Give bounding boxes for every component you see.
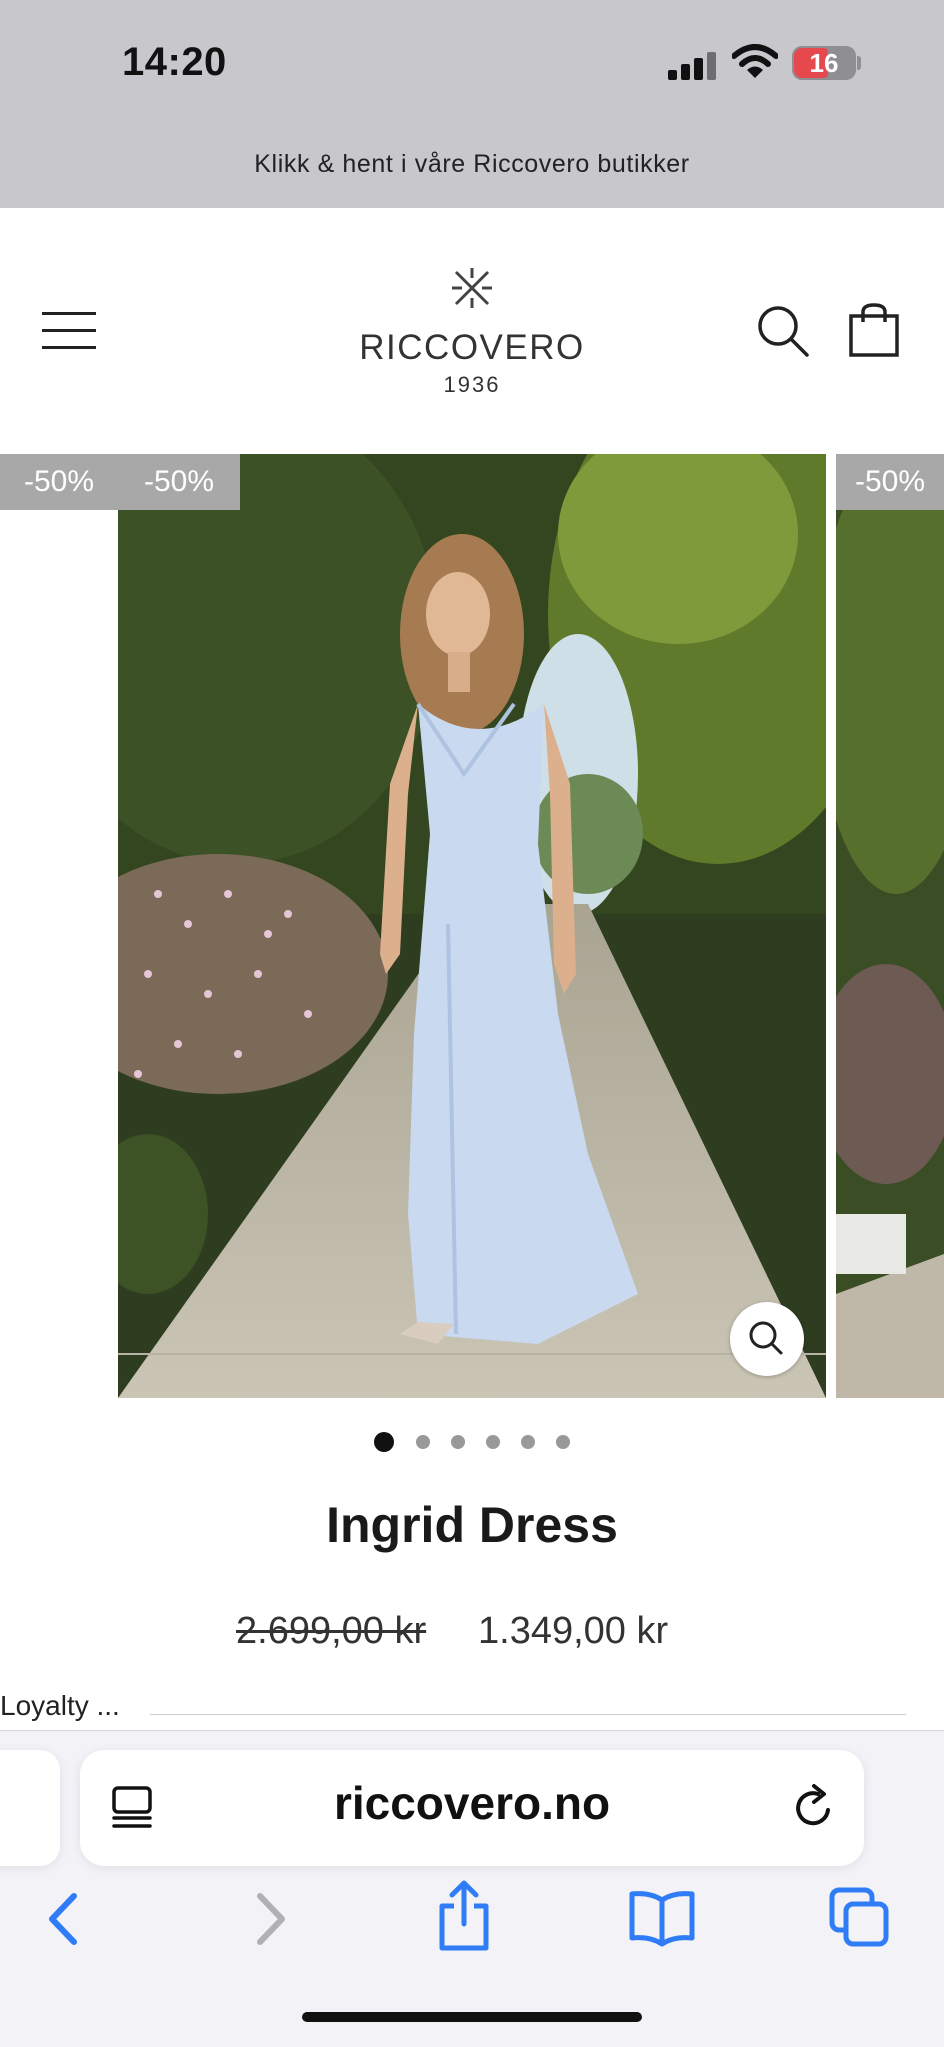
carousel-dot[interactable] [486, 1435, 500, 1449]
carousel-dot[interactable] [374, 1432, 394, 1452]
divider [150, 1714, 906, 1715]
product-image[interactable] [118, 454, 826, 1398]
loyalty-label[interactable]: Loyalty ... [0, 1690, 120, 1722]
reader-mode-icon[interactable] [110, 1784, 156, 1834]
brand-year: 1936 [443, 372, 501, 397]
announcement-banner[interactable]: Klikk & hent i våre Riccovero butikker [0, 150, 944, 179]
url-text[interactable]: riccovero.no [230, 1776, 714, 1830]
search-icon[interactable] [756, 304, 810, 358]
shopping-bag-icon[interactable] [848, 302, 900, 358]
discount-badge: -50% [118, 454, 240, 510]
discount-badge: -50% [836, 454, 944, 510]
carousel-dot[interactable] [556, 1435, 570, 1449]
original-price: 2.699,00 kr [236, 1610, 427, 1652]
battery-icon: 16 [792, 46, 856, 80]
battery-percent: 16 [809, 48, 839, 78]
tabs-icon[interactable] [828, 1886, 892, 1950]
next-slide-preview [836, 454, 944, 1398]
wifi-icon [732, 44, 778, 78]
brand-name[interactable]: RICCOVERO [300, 328, 644, 368]
discount-badge: -50% [0, 454, 118, 510]
back-icon[interactable] [40, 1888, 90, 1950]
share-icon[interactable] [434, 1880, 494, 1952]
carousel-dot[interactable] [416, 1435, 430, 1449]
carousel-dot[interactable] [521, 1435, 535, 1449]
zoom-icon [749, 1321, 783, 1355]
cellular-signal-icon [668, 50, 718, 80]
brand-logo-icon[interactable] [448, 266, 496, 310]
zoom-button[interactable] [730, 1302, 804, 1376]
menu-icon[interactable] [42, 310, 98, 352]
previous-slide[interactable] [0, 454, 118, 1398]
battery-cap [857, 56, 861, 70]
home-indicator[interactable] [302, 2012, 642, 2022]
forward-icon[interactable] [244, 1888, 294, 1950]
bookmarks-icon[interactable] [626, 1888, 698, 1948]
status-time: 14:20 [122, 40, 227, 84]
reload-icon[interactable] [788, 1782, 838, 1834]
previous-tab-peek[interactable] [0, 1750, 60, 1866]
carousel-dot[interactable] [451, 1435, 465, 1449]
sale-price: 1.349,00 kr [478, 1610, 669, 1652]
next-slide[interactable] [836, 454, 944, 1398]
carousel-pagination [370, 1430, 574, 1454]
product-photo-illustration [118, 454, 826, 1398]
product-title: Ingrid Dress [326, 1497, 618, 1553]
